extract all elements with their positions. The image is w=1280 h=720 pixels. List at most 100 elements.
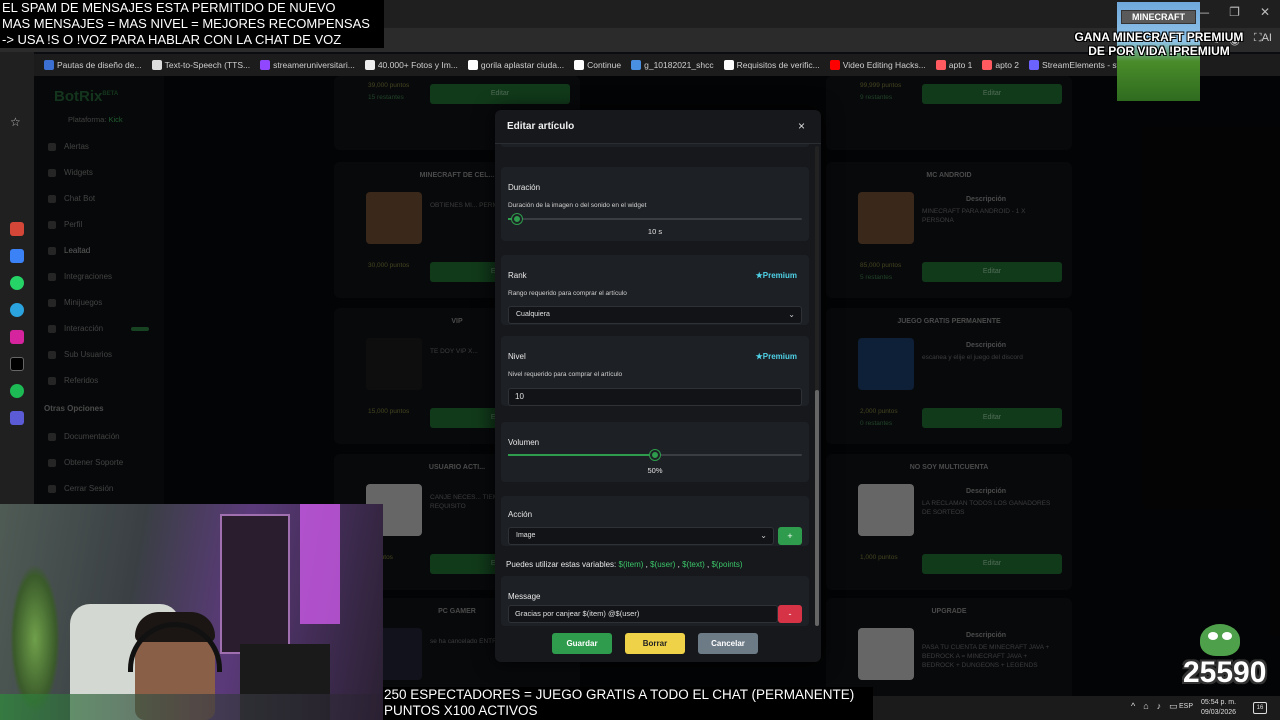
level-label: Nivel: [508, 352, 526, 361]
volume-slider-thumb[interactable]: [650, 450, 660, 460]
points-counter: 25590: [1183, 656, 1267, 689]
bookmark-label: Text-to-Speech (TTS...: [164, 60, 251, 70]
bookmark-item[interactable]: Text-to-Speech (TTS...: [151, 60, 251, 70]
bookmark-label: Pautas de diseño de...: [57, 60, 142, 70]
variable-token: $(points): [711, 560, 743, 569]
bookmark-label: Video Editing Hacks...: [842, 60, 926, 70]
variable-token: $(text): [682, 560, 705, 569]
volume-slider[interactable]: [508, 450, 802, 460]
previous-section-tail: [501, 144, 809, 147]
ai-button[interactable]: ⛶AI: [1254, 32, 1272, 45]
bookmark-item[interactable]: g_10182021_shcc: [631, 60, 714, 70]
modal-scrollbar[interactable]: [815, 146, 819, 626]
tray-icons: ^ ⌂ ♪ ▭: [1131, 701, 1178, 712]
volume-icon[interactable]: ♪: [1157, 701, 1162, 712]
remove-message-button[interactable]: -: [778, 605, 802, 623]
bookmark-item[interactable]: gorila aplastar ciuda...: [467, 60, 564, 70]
rank-premium-badge: ★Premium: [756, 271, 797, 280]
duration-section: Duración Duración de la imagen o del son…: [501, 167, 809, 241]
duration-label: Duración: [508, 183, 541, 192]
action-value: Image: [516, 532, 536, 539]
chevron-down-icon: ⌄: [760, 531, 767, 540]
notification-icon[interactable]: 16: [1253, 702, 1267, 714]
cam-light: [300, 504, 340, 624]
maximize-icon[interactable]: ❐: [1229, 5, 1240, 19]
x-icon[interactable]: [10, 357, 24, 371]
bookmark-label: g_10182021_shcc: [644, 60, 714, 70]
volume-value: 50%: [647, 466, 663, 475]
bookmark-label: StreamElements - st...: [1042, 60, 1127, 70]
bookmark-item[interactable]: 40.000+ Fotos y Im...: [364, 60, 458, 70]
clock-time: 05:54 p. m.: [1201, 699, 1237, 706]
messenger-icon[interactable]: [10, 249, 24, 263]
bookmark-item[interactable]: StreamElements - st...: [1029, 60, 1126, 70]
message-input[interactable]: Gracias por canjear $(item) @$(user): [508, 605, 778, 623]
premium-text: Premium: [762, 352, 797, 361]
chevron-up-icon[interactable]: ^: [1131, 701, 1135, 712]
bookmark-item[interactable]: Requisitos de verific...: [723, 60, 820, 70]
telegram-icon[interactable]: [10, 303, 24, 317]
close-icon[interactable]: ×: [798, 119, 805, 133]
rank-help: Rango requerido para comprar el artículo: [508, 290, 627, 297]
volume-label: Volumen: [508, 438, 540, 447]
bookmark-favicon-icon: [151, 60, 162, 70]
level-input[interactable]: 10: [508, 388, 802, 406]
ai-label: AI: [1261, 32, 1272, 44]
battery-icon[interactable]: ▭: [1169, 701, 1178, 712]
screen: — ❐ ✕ ⌕ ✎ ◉ ⛶AI Pautas de diseño de...Te…: [0, 0, 1280, 720]
bookmark-item[interactable]: Continue: [574, 60, 621, 70]
ai-icon: ⛶: [1253, 32, 1262, 44]
bookmark-favicon-icon: [935, 60, 946, 70]
banner-line: PUNTOS X100 ACTIVOS: [384, 703, 538, 718]
save-button[interactable]: Guardar: [552, 633, 612, 654]
bookmark-label: apto 2: [995, 60, 1020, 70]
bookmark-favicon-icon: [574, 60, 585, 70]
duration-slider-thumb[interactable]: [511, 214, 522, 224]
variables-hint: Puedes utilizar estas variables: $(item)…: [506, 560, 743, 569]
rank-section: Rank ★Premium Rango requerido para compr…: [501, 255, 809, 325]
banner-line: MAS MENSAJES = MAS NIVEL = MEJORES RECOM…: [2, 16, 370, 31]
player-icon[interactable]: [10, 411, 24, 425]
action-select[interactable]: Image ⌄: [508, 527, 774, 545]
bookmark-item[interactable]: apto 1: [935, 60, 973, 70]
rank-select[interactable]: Cualquiera ⌄: [508, 306, 802, 324]
variables-prefix: Puedes utilizar estas variables:: [506, 560, 617, 569]
webcam-feed: [0, 504, 383, 720]
close-window-icon[interactable]: ✕: [1260, 5, 1270, 19]
message-section: Message Gracias por canjear $(item) @$(u…: [501, 576, 809, 626]
favorites-star-icon[interactable]: ☆: [10, 115, 21, 129]
bookmark-label: Requisitos de verific...: [736, 60, 820, 70]
bookmark-item[interactable]: Pautas de diseño de...: [44, 60, 142, 70]
modal-body: Duración Duración de la imagen o del son…: [495, 144, 811, 626]
network-icon[interactable]: ⌂: [1143, 701, 1148, 712]
instagram-icon[interactable]: [10, 330, 24, 344]
duration-slider[interactable]: [508, 214, 802, 224]
bookmark-label: apto 1: [948, 60, 973, 70]
bookmark-item[interactable]: Video Editing Hacks...: [829, 60, 926, 70]
clock[interactable]: 05:54 p. m. 09/03/2026: [1201, 698, 1236, 718]
star-icon: ★: [755, 352, 763, 361]
variables-list: $(item) , $(user) , $(text) , $(points): [619, 560, 743, 569]
add-action-button[interactable]: +: [778, 527, 802, 545]
cam-shelf: [220, 514, 290, 654]
pepe-eye: [1222, 632, 1232, 640]
bookmark-item[interactable]: apto 2: [982, 60, 1019, 70]
level-help: Nivel requerido para comprar el artículo: [508, 371, 623, 378]
bookmark-item[interactable]: streameruniversitari...: [260, 60, 355, 70]
minecraft-promo-text: GANA MINECRAFT PREMIUM DE POR VIDA !PREM…: [1074, 30, 1244, 58]
delete-button[interactable]: Borrar: [625, 633, 685, 654]
bookmark-favicon-icon: [631, 60, 642, 70]
spotify-icon[interactable]: [10, 384, 24, 398]
scroll-thumb[interactable]: [815, 390, 819, 626]
bookmark-favicon-icon: [364, 60, 375, 70]
gmail-icon[interactable]: [10, 222, 24, 236]
cancel-button[interactable]: Cancelar: [698, 633, 758, 654]
window-controls: — ❐ ✕: [1197, 5, 1270, 19]
variable-token: $(item): [618, 560, 644, 569]
banner-line: 250 ESPECTADORES = JUEGO GRATIS A TODO E…: [384, 687, 855, 702]
language-indicator[interactable]: ESP: [1179, 703, 1193, 710]
bookmark-favicon-icon: [467, 60, 478, 70]
clock-date: 09/03/2026: [1201, 709, 1237, 716]
rank-label: Rank: [508, 271, 527, 280]
whatsapp-icon[interactable]: [10, 276, 24, 290]
